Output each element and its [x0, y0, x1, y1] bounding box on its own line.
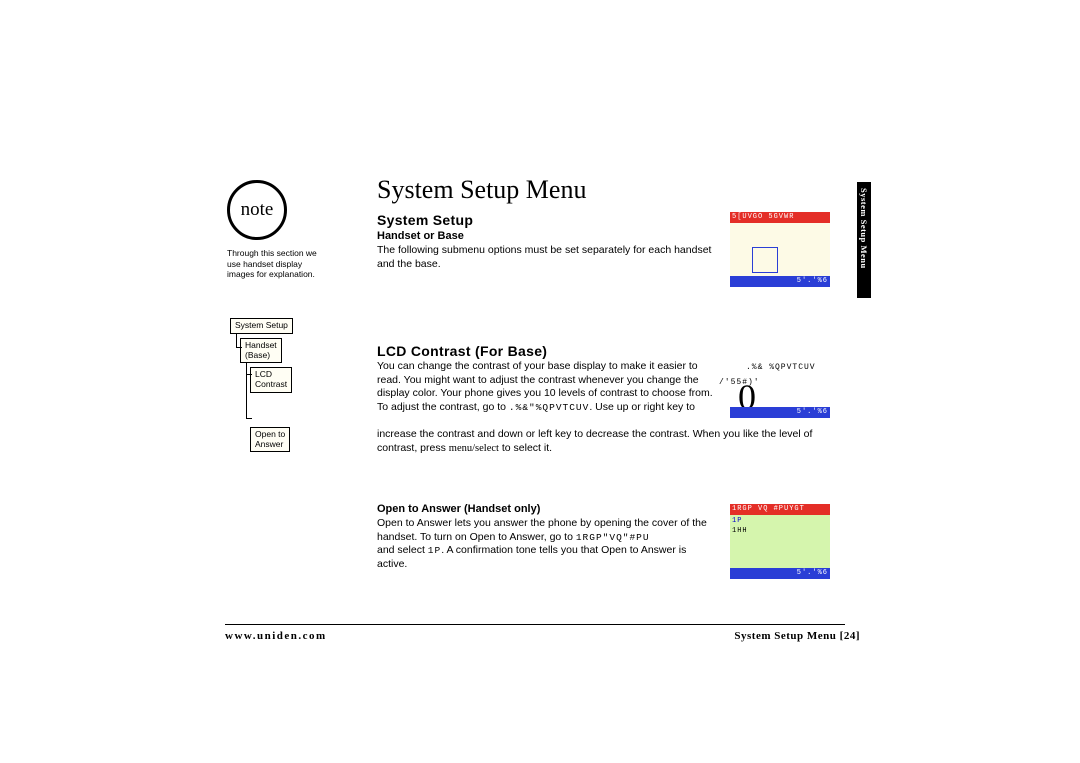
code-run: 1P [428, 545, 441, 556]
tree-label: Answer [255, 439, 283, 449]
screen-footer: 5'.'%6 [730, 407, 830, 418]
screen-option-on: 1P [732, 517, 742, 525]
footer-page-label: System Setup Menu [24] [734, 630, 860, 642]
menu-tree: System Setup Handset (Base) LCD Contrast… [230, 318, 340, 456]
tree-node-lcd-contrast: LCD Contrast [250, 367, 292, 393]
note-icon: note [227, 180, 287, 240]
tree-node-open-to-answer: Open to Answer [250, 427, 290, 453]
screen-body: 1P 1HH [730, 515, 830, 568]
screen-body [730, 223, 830, 276]
key-label: menu/select [449, 443, 499, 454]
screen-lcd-contrast: 5'.'%6 [730, 360, 830, 418]
tree-label: (Base) [245, 350, 270, 360]
paragraph-lcd-contrast-b: increase the contrast and down or left k… [377, 428, 842, 455]
tree-label: Handset [245, 340, 277, 350]
footer-rule [225, 624, 845, 625]
side-tab: System Setup Menu [857, 182, 871, 298]
page-title: System Setup Menu [377, 175, 586, 205]
text-run: . Use up or right key to [589, 401, 695, 413]
screen-footer: 5'.'%6 [730, 568, 830, 579]
screen-option-off: 1HH [732, 527, 748, 535]
paragraph-open-to-answer: Open to Answer lets you answer the phone… [377, 517, 717, 572]
code-run: 1RGP"VQ"#PU [576, 532, 650, 543]
screen-header: 1RGP VQ #PUYGT [730, 504, 830, 515]
heading-open-to-answer: Open to Answer (Handset only) [377, 503, 540, 515]
code-run: .%&"%QPVTCUV [509, 402, 589, 413]
text-run: to select it. [499, 442, 552, 454]
selection-box-icon [752, 247, 778, 273]
screen-footer: 5'.'%6 [730, 276, 830, 287]
screen-header: 5[UVGO 5GVWR [730, 212, 830, 223]
tree-label: Contrast [255, 379, 287, 389]
text-run: Open to Answer lets you answer the phone… [377, 517, 707, 543]
heading-handset-or-base: Handset or Base [377, 230, 464, 242]
text-run: increase the contrast and down or left k… [377, 428, 812, 454]
note-caption: Through this section we use handset disp… [227, 248, 327, 280]
manual-page: note Through this section we use handset… [240, 170, 860, 650]
tree-label: LCD [255, 369, 272, 379]
text-run: and select [377, 544, 428, 556]
tree-node-system-setup: System Setup [230, 318, 293, 334]
screen-system-setup: 5[UVGO 5GVWR 5'.'%6 [730, 212, 830, 287]
tree-label: Open to [255, 429, 285, 439]
paragraph-lcd-contrast-a: You can change the contrast of your base… [377, 360, 717, 415]
paragraph-handset-base: The following submenu options must be se… [377, 244, 717, 271]
heading-system-setup: System Setup [377, 212, 473, 228]
footer-url: www.uniden.com [225, 630, 327, 642]
screen-open-to-answer: 1RGP VQ #PUYGT 1P 1HH 5'.'%6 [730, 504, 830, 579]
tree-node-handset-base: Handset (Base) [240, 338, 282, 364]
heading-lcd-contrast: LCD Contrast (For Base) [377, 343, 547, 359]
